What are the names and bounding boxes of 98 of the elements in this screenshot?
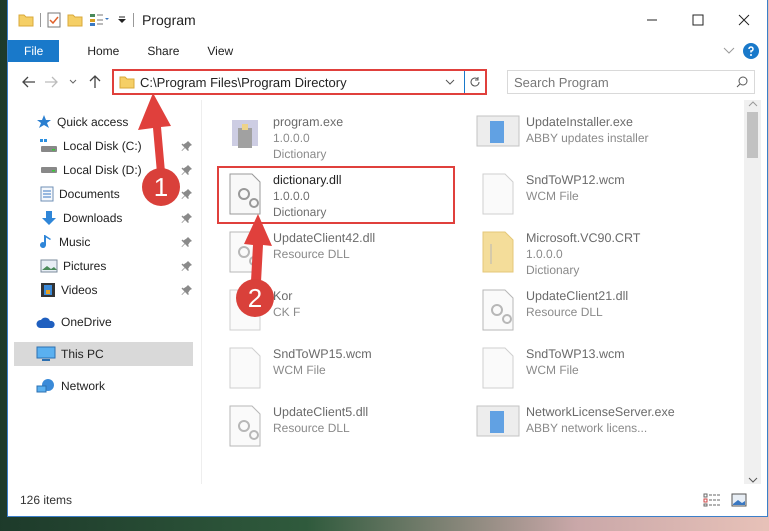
- picture-icon: [40, 259, 58, 273]
- file-detail: Dictionary: [273, 146, 328, 162]
- file-detail: Resource DLL: [273, 246, 351, 262]
- file-detail: ABBY updates installer: [526, 130, 649, 146]
- search-icon[interactable]: [736, 76, 748, 88]
- drive-icon: [40, 139, 58, 153]
- folder-icon: [119, 74, 135, 90]
- folder-document-icon: [481, 230, 515, 274]
- file-detail: CK F: [273, 304, 300, 320]
- close-icon: [738, 14, 750, 26]
- nav-item[interactable]: Local Disk (D:): [14, 158, 142, 182]
- file-name[interactable]: dictionary.dll: [273, 172, 342, 188]
- pin-icon: [181, 212, 193, 224]
- gear-document-icon: [228, 404, 262, 448]
- file-detail: WCM File: [273, 362, 327, 378]
- ribbon-tab[interactable]: Share: [133, 40, 194, 62]
- file-menu-button[interactable]: File: [8, 40, 60, 62]
- caret-icon: [445, 79, 455, 85]
- gear-document-icon: [228, 172, 262, 216]
- nav-item[interactable]: Music: [14, 230, 90, 254]
- file-detail: WCM File: [526, 362, 580, 378]
- expand-ribbon-icon[interactable]: [723, 47, 735, 55]
- step-badge: 2: [236, 279, 274, 317]
- nav-item[interactable]: OneDrive: [14, 310, 112, 334]
- file-name[interactable]: Microsoft.VC90.CRT: [526, 230, 640, 246]
- drive-icon: [40, 166, 58, 174]
- file-detail: Dictionary: [273, 204, 328, 220]
- gear-document-icon: [481, 288, 515, 332]
- nav-item[interactable]: Quick access: [14, 110, 128, 134]
- file-detail: Resource DLL: [526, 304, 604, 320]
- properties-icon: [89, 13, 111, 27]
- star-icon: [36, 114, 52, 130]
- pin-icon: [181, 260, 193, 272]
- file-detail: ABBY network licens...: [526, 420, 648, 436]
- file-detail: Resource DLL: [273, 420, 351, 436]
- pin-icon: [181, 140, 193, 152]
- nav-item[interactable]: Local Disk (C:): [14, 134, 142, 158]
- scroll-down-icon: [748, 476, 758, 484]
- back-arrow-icon: [22, 76, 36, 88]
- file-name[interactable]: program.exe: [273, 114, 344, 130]
- file-name[interactable]: UpdateInstaller.exe: [526, 114, 649, 130]
- ribbon-tab[interactable]: Home: [73, 40, 134, 62]
- file-name[interactable]: UpdateClient5.dll: [273, 404, 368, 420]
- checklist-icon: [47, 12, 61, 28]
- customize-dropdown-icon: [117, 15, 127, 25]
- nav-item[interactable]: Documents: [14, 182, 120, 206]
- pin-icon: [181, 188, 193, 200]
- file-name[interactable]: SndToWP15.wcm: [273, 346, 372, 362]
- tiles-view-icon[interactable]: [731, 493, 747, 507]
- step-badge: 1: [142, 168, 180, 206]
- file-detail: Dictionary: [526, 262, 580, 278]
- file-detail: 1.0.0.0: [273, 130, 311, 146]
- monitor-icon: [36, 346, 56, 362]
- details-view-icon[interactable]: [703, 493, 721, 507]
- file-name[interactable]: Kor: [273, 288, 300, 304]
- nav-item[interactable]: Network: [14, 374, 106, 398]
- blank-document-icon: [481, 346, 515, 390]
- file-detail: 1.0.0.0: [273, 188, 311, 204]
- nav-item[interactable]: This PC: [14, 342, 193, 366]
- search-field[interactable]: Search Program: [507, 70, 755, 94]
- window-icon: [476, 114, 520, 148]
- refresh-icon: [469, 76, 481, 88]
- nav-item[interactable]: Pictures: [14, 254, 106, 278]
- file-name[interactable]: SndToWP13.wcm: [526, 346, 625, 362]
- pin-icon: [181, 236, 193, 248]
- network-icon: [36, 378, 56, 394]
- blank-document-icon: [228, 346, 262, 390]
- file-name[interactable]: UpdateClient21.dll: [526, 288, 628, 304]
- item-count: 126 items: [20, 493, 72, 507]
- up-arrow-icon: [89, 75, 101, 89]
- nav-item[interactable]: Downloads: [14, 206, 122, 230]
- forward-arrow-icon: [44, 76, 58, 88]
- caret-icon: [69, 79, 77, 85]
- file-name[interactable]: UpdateClient42.dll: [273, 230, 376, 246]
- scrollbar-thumb[interactable]: [747, 112, 758, 158]
- ribbon-tab[interactable]: View: [193, 40, 248, 62]
- film-icon: [40, 282, 56, 298]
- download-icon: [40, 210, 58, 226]
- scroll-up-icon: [748, 100, 758, 108]
- folder-icon: [67, 12, 83, 28]
- music-note-icon: [40, 234, 54, 250]
- nav-item[interactable]: Videos: [14, 278, 98, 302]
- window-icon: [476, 404, 520, 438]
- file-detail: WCM File: [526, 188, 580, 204]
- file-name[interactable]: SndToWP12.wcm: [526, 172, 625, 188]
- maximize-icon: [692, 14, 704, 26]
- file-name[interactable]: NetworkLicenseServer.exe: [526, 404, 675, 420]
- folder-icon: [18, 12, 34, 28]
- help-icon[interactable]: [743, 43, 759, 59]
- window-title: Program: [142, 12, 196, 28]
- address-bar[interactable]: C:\Program Files\Program Directory: [112, 69, 487, 95]
- cloud-icon: [36, 315, 56, 329]
- blank-document-icon: [481, 172, 515, 216]
- pin-icon: [181, 164, 193, 176]
- pin-icon: [181, 284, 193, 296]
- scrollbar[interactable]: [744, 100, 761, 484]
- document-icon: [40, 186, 54, 202]
- file-detail: 1.0.0.0: [526, 246, 564, 262]
